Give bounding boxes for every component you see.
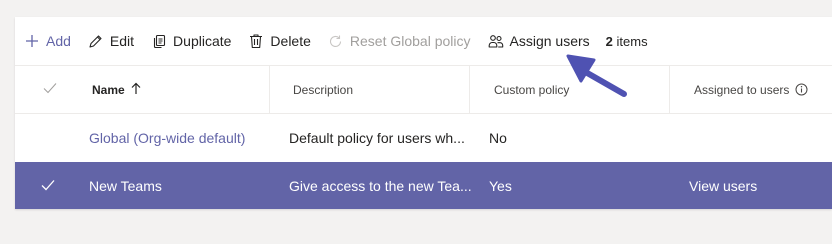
checkmark-icon <box>43 82 57 97</box>
column-header-assigned-to-users[interactable]: Assigned to users <box>669 66 832 113</box>
row-checkbox[interactable] <box>41 162 55 209</box>
pencil-icon <box>88 33 104 49</box>
duplicate-label: Duplicate <box>173 33 232 49</box>
column-header-description[interactable]: Description <box>269 66 469 113</box>
table-row[interactable]: Global (Org-wide default) Default policy… <box>15 114 832 163</box>
command-bar: Add Edit Duplicate Delete Reset Global p… <box>15 17 832 66</box>
column-header-description-label: Description <box>293 82 354 97</box>
duplicate-button[interactable]: Duplicate <box>151 17 231 65</box>
view-users-link[interactable]: View users <box>689 162 757 209</box>
people-icon <box>488 33 504 49</box>
assign-users-label: Assign users <box>509 33 590 49</box>
policy-description: Give access to the new Tea... <box>289 177 472 194</box>
pointer-arrow-icon <box>566 54 627 97</box>
delete-button[interactable]: Delete <box>248 17 311 65</box>
column-header-custom-policy-label: Custom policy <box>494 82 570 97</box>
refresh-icon <box>328 33 344 49</box>
trash-icon <box>248 33 264 49</box>
info-icon[interactable] <box>795 83 808 96</box>
item-count-number: 2 <box>605 33 613 49</box>
sort-ascending-icon <box>131 82 141 98</box>
policy-description: Default policy for users wh... <box>289 130 465 146</box>
table-header: Name Description Custom policy Assigned … <box>15 66 832 114</box>
item-count-suffix: items <box>616 33 648 49</box>
policy-list-panel: Add Edit Duplicate Delete Reset Global p… <box>15 17 832 209</box>
reset-global-policy-button[interactable]: Reset Global policy <box>328 17 471 65</box>
column-header-name-label: Name <box>92 82 125 97</box>
item-count: 2 items <box>606 34 648 49</box>
policy-name-link[interactable]: New Teams <box>89 162 162 209</box>
add-label: Add <box>46 33 71 49</box>
column-header-name[interactable]: Name <box>92 66 141 113</box>
select-all-checkbox[interactable] <box>43 66 63 113</box>
custom-policy-value: Yes <box>489 177 512 194</box>
table-row-selected[interactable]: New Teams Give access to the new Tea... … <box>15 162 832 209</box>
custom-policy-value: No <box>489 130 507 146</box>
edit-button[interactable]: Edit <box>88 17 134 65</box>
column-header-assigned-label: Assigned to users <box>694 82 790 97</box>
checkmark-icon <box>41 178 55 194</box>
reset-global-policy-label: Reset Global policy <box>349 33 471 49</box>
add-button[interactable]: Add <box>24 17 71 65</box>
edit-label: Edit <box>109 33 135 49</box>
delete-label: Delete <box>270 33 311 49</box>
copy-icon <box>151 33 167 49</box>
plus-icon <box>24 33 40 49</box>
policy-name-link[interactable]: Global (Org-wide default) <box>89 114 245 162</box>
